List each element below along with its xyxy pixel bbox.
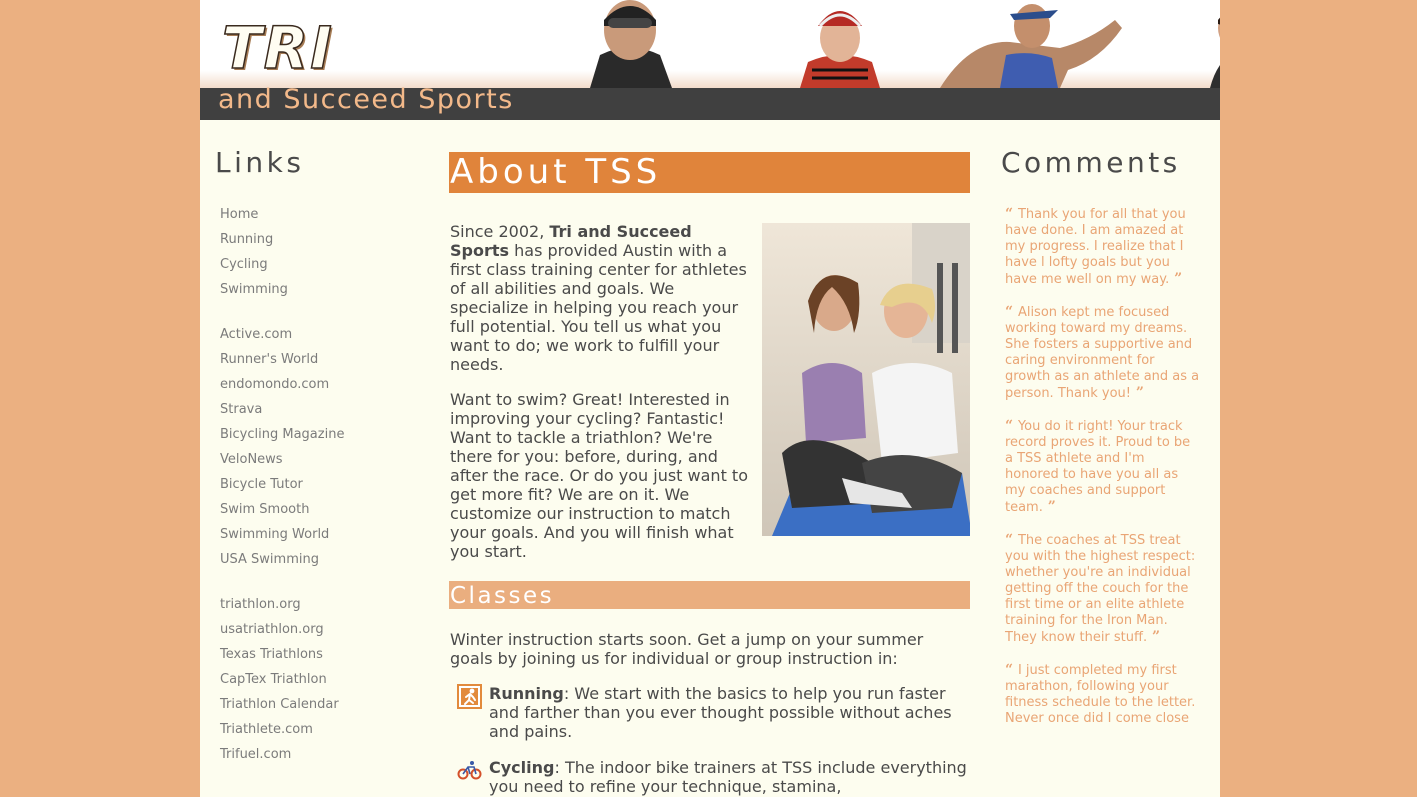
nav-link-endomondo-com[interactable]: endomondo.com [220, 377, 329, 392]
open-quote-icon: “ [1005, 206, 1018, 222]
nav-link-swimming[interactable]: Swimming [220, 282, 288, 297]
link-list-item: usatriathlon.org [220, 621, 344, 646]
classes-heading: Classes [449, 581, 970, 609]
nav-link-usa-swimming[interactable]: USA Swimming [220, 552, 319, 567]
cycling-icon [457, 761, 482, 780]
cycling-text: : The indoor bike trainers at TSS includ… [489, 758, 967, 796]
link-list-item: Texas Triathlons [220, 646, 344, 671]
close-quote-icon: ” [1147, 629, 1161, 645]
nav-link-runner-s-world[interactable]: Runner's World [220, 352, 318, 367]
about-section: Since 2002, Tri and Succeed Sports has p… [449, 222, 970, 561]
links-list: Home Running Cycling Swimming Active.com Runn… [220, 206, 344, 771]
site-subtitle: and Succeed Sports [218, 84, 514, 115]
main-content: About TSS Since 2002, Tri and Succeed Sp… [449, 152, 970, 796]
open-quote-icon: “ [1005, 662, 1018, 678]
cycling-description: Cycling: The indoor bike trainers at TSS… [489, 758, 970, 796]
nav-link-strava[interactable]: Strava [220, 402, 262, 417]
nav-link-velonews[interactable]: VeloNews [220, 452, 283, 467]
nav-link-bicycling-magazine[interactable]: Bicycling Magazine [220, 427, 344, 442]
testimonial-text: Alison kept me focused working toward my… [1005, 305, 1200, 401]
nav-link-usatriathlon-org[interactable]: usatriathlon.org [220, 622, 324, 637]
swimmer-athlete-image [590, 0, 672, 88]
about-heading: About TSS [449, 152, 970, 193]
about-p1-rest: has provided Austin with a first class t… [450, 241, 747, 374]
link-list-item: VeloNews [220, 451, 344, 476]
link-list-item: Bicycle Tutor [220, 476, 344, 501]
link-list-item: Active.com [220, 326, 344, 351]
link-list-item: Triathlon Calendar [220, 696, 344, 721]
site-header: TRI and Succeed Sports [200, 0, 1220, 120]
class-item-cycling: Cycling: The indoor bike trainers at TSS… [457, 758, 970, 796]
nav-link-trifuel-com[interactable]: Trifuel.com [220, 747, 291, 762]
links-heading: Links [215, 146, 305, 179]
testimonial-text: Thank you for all that you have done. I … [1005, 207, 1186, 287]
nav-link-triathlete-com[interactable]: Triathlete.com [220, 722, 313, 737]
testimonial-text: You do it right! Your track record prove… [1005, 419, 1191, 515]
testimonial: “ Alison kept me focused working toward … [1005, 304, 1200, 402]
about-paragraph-1: Since 2002, Tri and Succeed Sports has p… [450, 222, 750, 374]
link-list-item: Swimming [220, 281, 344, 306]
nav-link-home[interactable]: Home [220, 207, 258, 222]
close-quote-icon: ” [1169, 271, 1183, 287]
classes-intro: Winter instruction starts soon. Get a ju… [450, 630, 924, 668]
female-athlete-image [1210, 17, 1220, 88]
cycling-title: Cycling [489, 758, 555, 777]
open-quote-icon: “ [1005, 304, 1018, 320]
running-description: Running: We start with the basics to hel… [489, 684, 970, 741]
testimonial: “ The coaches at TSS treat you with the … [1005, 532, 1200, 646]
testimonial: “ Thank you for all that you have done. … [1005, 206, 1200, 288]
link-list-item: Swimming World [220, 526, 344, 551]
testimonial-text: I just completed my first marathon, foll… [1005, 663, 1196, 726]
close-quote-icon: ” [1042, 499, 1056, 515]
link-list-item: USA Swimming [220, 551, 344, 576]
running-icon [457, 684, 482, 709]
runner-athlete-image [940, 4, 1122, 88]
about-p1-lead: Since 2002, [450, 222, 550, 241]
link-list-item: Cycling [220, 256, 344, 281]
link-list-item: triathlon.org [220, 596, 344, 621]
open-quote-icon: “ [1005, 418, 1018, 434]
nav-link-swimming-world[interactable]: Swimming World [220, 527, 329, 542]
link-list-item: Home [220, 206, 344, 231]
trainer-photo [762, 223, 970, 536]
open-quote-icon: “ [1005, 532, 1018, 548]
nav-link-triathlon-org[interactable]: triathlon.org [220, 597, 301, 612]
comments-list: “ Thank you for all that you have done. … [1005, 206, 1200, 743]
link-list-item: Bicycling Magazine [220, 426, 344, 451]
nav-link-swim-smooth[interactable]: Swim Smooth [220, 502, 309, 517]
nav-link-cycling[interactable]: Cycling [220, 257, 268, 272]
testimonial: “ I just completed my first marathon, fo… [1005, 662, 1200, 727]
running-title: Running [489, 684, 564, 703]
links-group-spacer [220, 306, 344, 326]
nav-link-active-com[interactable]: Active.com [220, 327, 292, 342]
page-container: TRI and Succeed Sports Links Home Running… [200, 0, 1220, 797]
link-list-item: Triathlete.com [220, 721, 344, 746]
link-list-item: Trifuel.com [220, 746, 344, 771]
nav-link-triathlon-calendar[interactable]: Triathlon Calendar [220, 697, 339, 712]
link-list-item: Strava [220, 401, 344, 426]
link-list-item: endomondo.com [220, 376, 344, 401]
link-list-item: Running [220, 231, 344, 256]
nav-link-running[interactable]: Running [220, 232, 273, 247]
link-list-item: Swim Smooth [220, 501, 344, 526]
link-list-item: CapTex Triathlon [220, 671, 344, 696]
comments-heading: Comments [1001, 146, 1181, 179]
about-paragraph-2: Want to swim? Great! Interested in impro… [450, 390, 748, 561]
cyclist-athlete-image [800, 11, 880, 88]
class-item-running: Running: We start with the basics to hel… [457, 684, 970, 741]
nav-link-bicycle-tutor[interactable]: Bicycle Tutor [220, 477, 303, 492]
nav-link-captex-triathlon[interactable]: CapTex Triathlon [220, 672, 327, 687]
close-quote-icon: ” [1130, 385, 1144, 401]
testimonial-text: The coaches at TSS treat you with the hi… [1005, 533, 1196, 645]
testimonial: “ You do it right! Your track record pro… [1005, 418, 1200, 516]
link-list-item: Runner's World [220, 351, 344, 376]
nav-link-texas-triathlons[interactable]: Texas Triathlons [220, 647, 323, 662]
site-logo[interactable]: TRI [221, 13, 334, 83]
links-group-spacer [220, 576, 344, 596]
